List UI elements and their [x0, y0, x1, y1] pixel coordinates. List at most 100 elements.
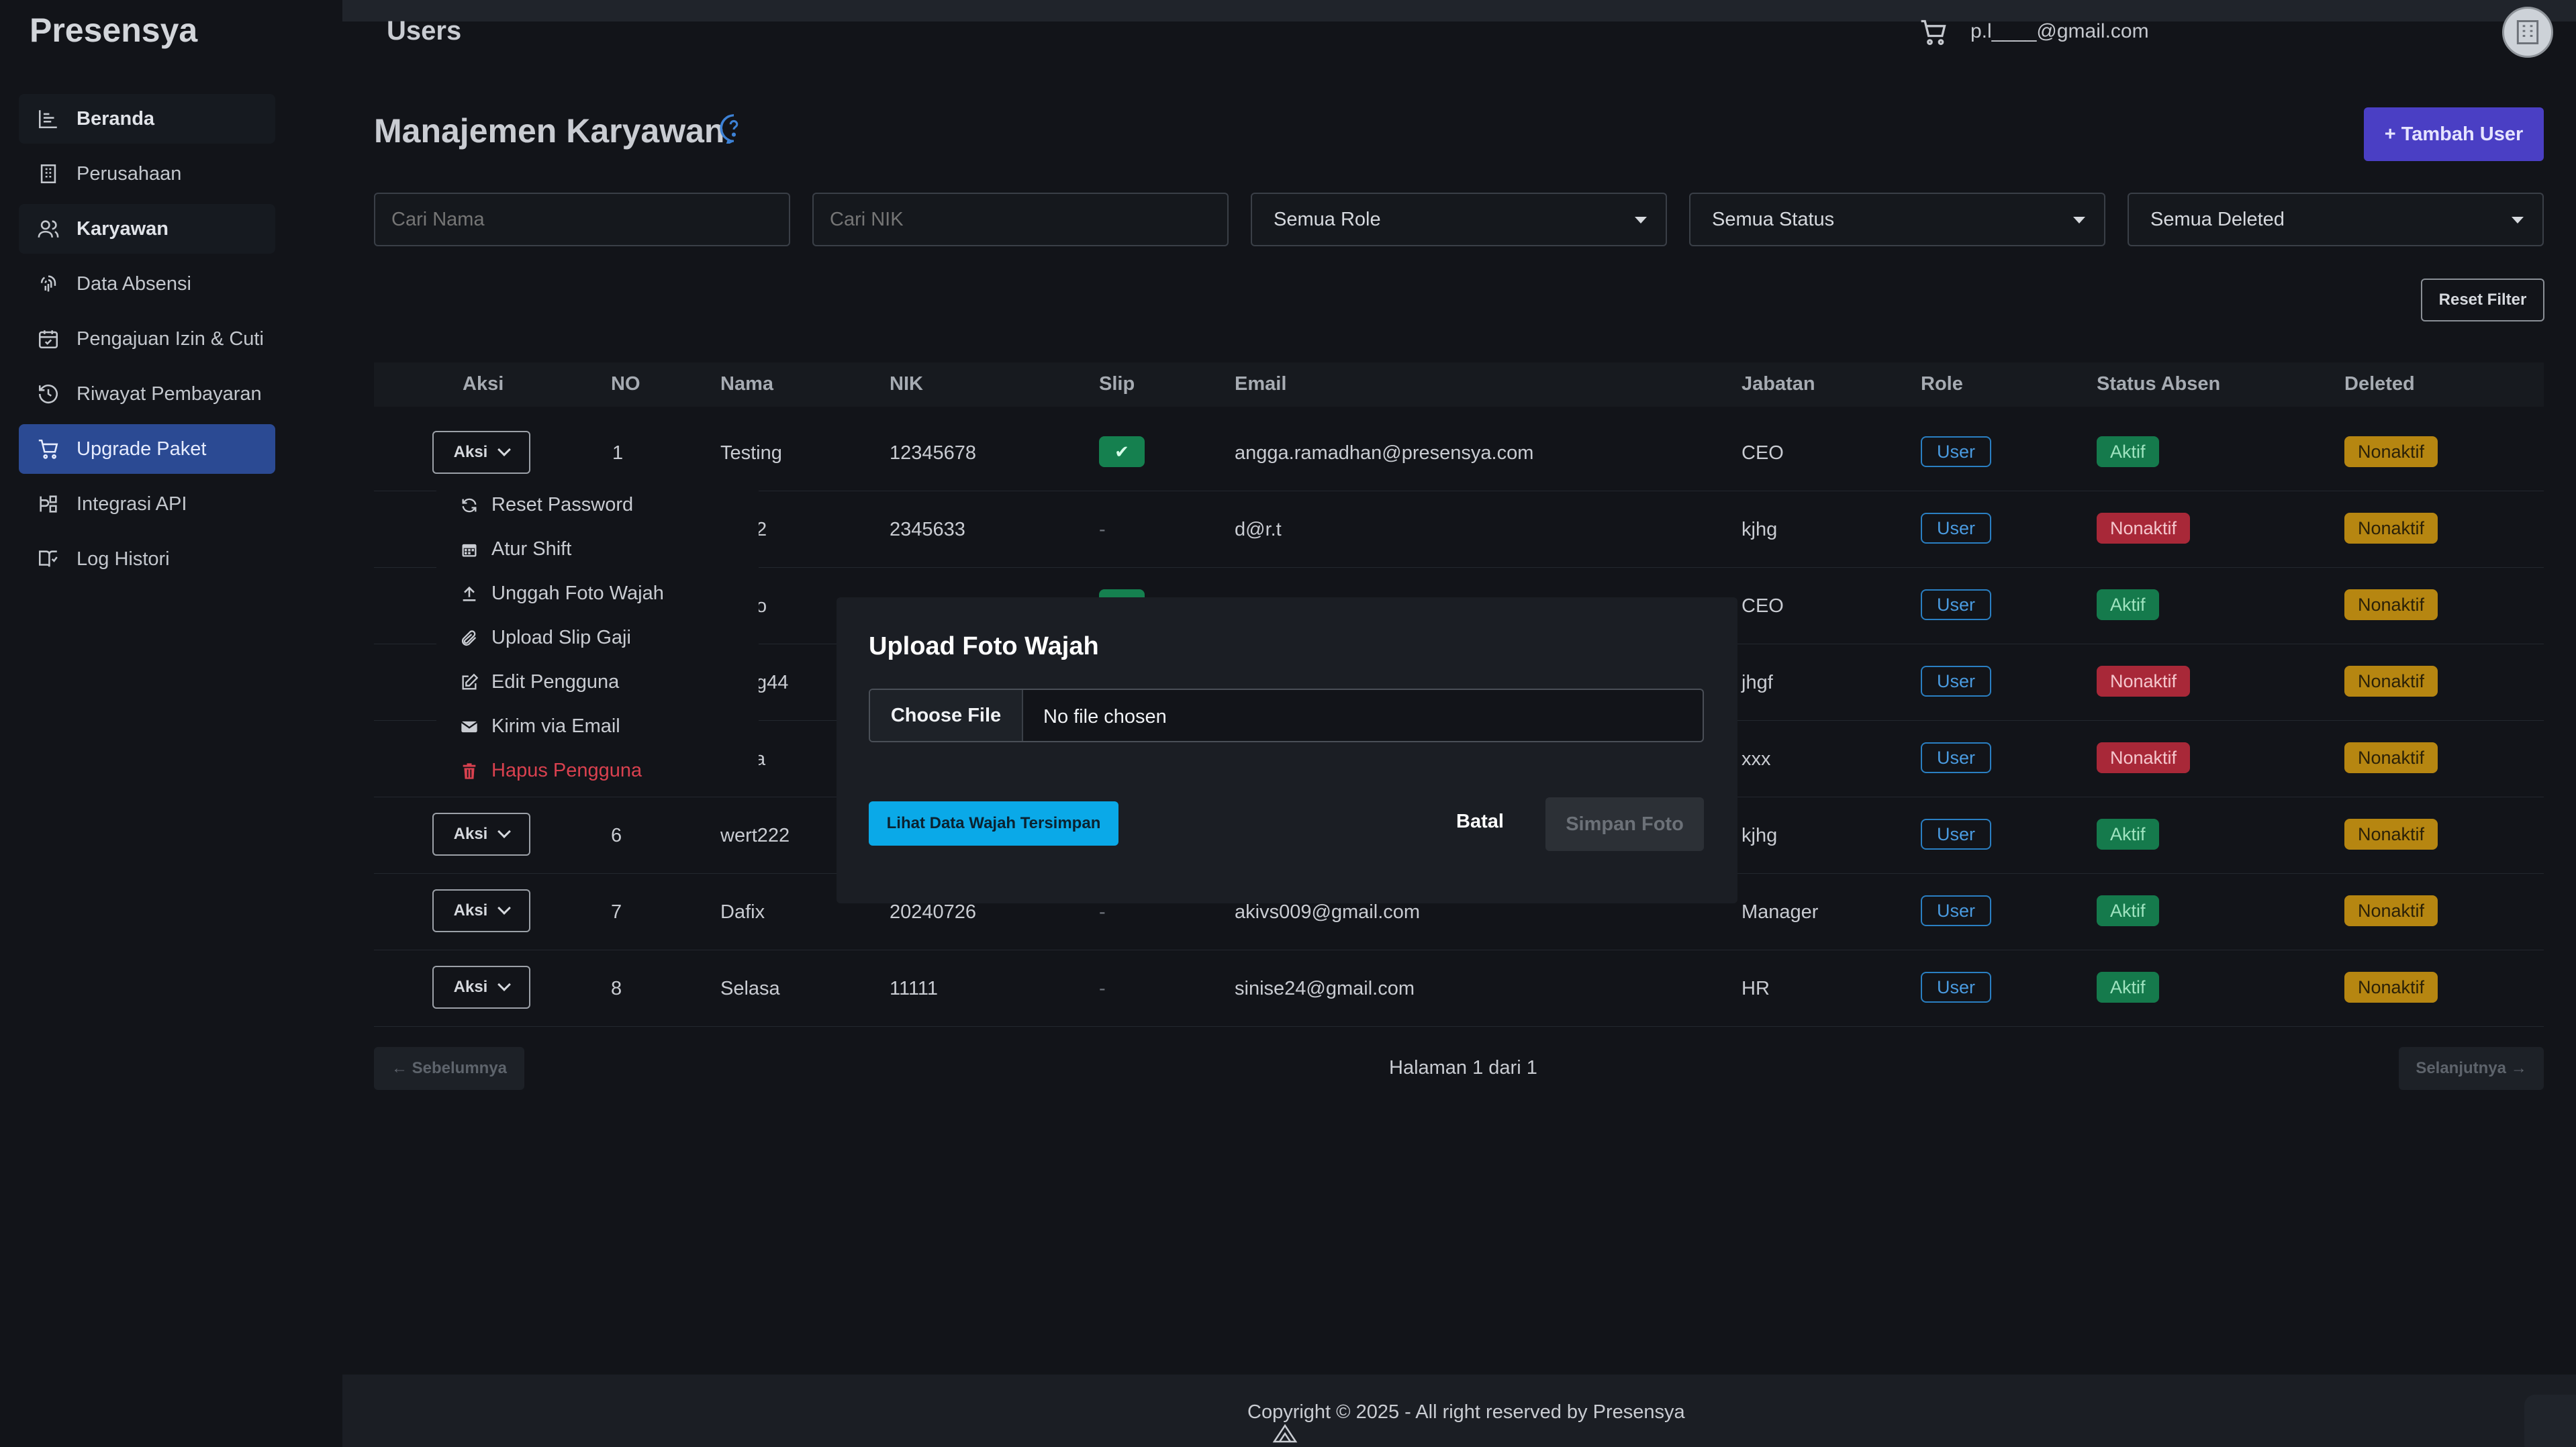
deleted-badge: Nonaktif [2344, 589, 2438, 620]
reset-filter-button[interactable]: Reset Filter [2421, 279, 2544, 321]
aksi-button[interactable]: Aksi [432, 431, 530, 474]
cell-jabatan: xxx [1742, 748, 1771, 770]
cell-email: sinise24@gmail.com [1235, 978, 1415, 999]
save-photo-button[interactable]: Simpan Foto [1545, 797, 1704, 851]
sidebar-item-label: Data Absensi [77, 272, 191, 295]
cancel-button[interactable]: Batal [1456, 811, 1504, 833]
cell-jabatan: kjhg [1742, 519, 1778, 540]
cell-email: akivs009@gmail.com [1235, 901, 1421, 923]
col-role: Role [1921, 373, 1963, 395]
menu-item-reset-password[interactable]: Reset Password [459, 494, 633, 516]
api-icon [35, 491, 62, 517]
col-nama: Nama [720, 373, 773, 395]
deleted-select[interactable]: Semua Deleted [2128, 193, 2544, 246]
sidebar-item-log-histori[interactable]: Log Histori [19, 534, 275, 584]
aksi-button[interactable]: Aksi [432, 966, 530, 1009]
sidebar-item-data-absensi[interactable]: Data Absensi [19, 259, 275, 309]
sidebar-item-beranda[interactable]: Beranda [19, 94, 275, 144]
trash-icon [459, 761, 479, 781]
role-select-value: Semua Role [1274, 208, 1381, 230]
avatar[interactable] [2502, 7, 2553, 58]
col-status-absen: Status Absen [2097, 373, 2221, 395]
menu-item-label: Upload Slip Gaji [491, 627, 631, 648]
next-page-button[interactable]: Selanjutnya → [2399, 1047, 2544, 1090]
cell-nama: g44 [756, 672, 789, 693]
floating-button[interactable] [2524, 1395, 2576, 1447]
col-slip: Slip [1099, 373, 1135, 395]
menu-item-upload-slip-gaji[interactable]: Upload Slip Gaji [459, 627, 631, 649]
chart-icon [35, 105, 62, 132]
prev-page-button[interactable]: ← Sebelumnya [374, 1047, 524, 1090]
cell-nama: Dafix [720, 901, 765, 923]
role-badge: User [1921, 513, 1992, 544]
col-jabatan: Jabatan [1742, 373, 1815, 395]
view-saved-face-button[interactable]: Lihat Data Wajah Tersimpan [869, 801, 1118, 846]
users-icon [35, 215, 62, 242]
add-user-button[interactable]: + Tambah User [2364, 107, 2544, 161]
chevron-down-icon [497, 978, 512, 991]
cell-no: 1 [612, 442, 624, 464]
edit-icon [459, 672, 479, 693]
cell-slip: - [1099, 901, 1106, 923]
search-name-input[interactable] [374, 193, 790, 246]
status-badge: Aktif [2097, 972, 2159, 1003]
menu-item-edit-pengguna[interactable]: Edit Pengguna [459, 671, 619, 693]
cell-jabatan: CEO [1742, 442, 1784, 464]
cell-nama: Testing [720, 442, 782, 464]
header: Users [342, 0, 2576, 64]
role-badge: User [1921, 819, 1992, 850]
menu-item-atur-shift[interactable]: Atur Shift [459, 538, 571, 560]
file-input[interactable]: Choose File No file chosen [869, 689, 1704, 742]
sidebar-item-upgrade-paket[interactable]: Upgrade Paket [19, 424, 275, 474]
sidebar-item-label: Perusahaan [77, 162, 182, 185]
role-badge: User [1921, 895, 1992, 926]
status-select[interactable]: Semua Status [1689, 193, 2105, 246]
copyright-text: Copyright © 2025 - All right reserved by… [1247, 1401, 1685, 1423]
col-nik: NIK [890, 373, 923, 395]
page-info: Halaman 1 dari 1 [1389, 1057, 1537, 1079]
brand-logo[interactable]: Presensya [30, 11, 197, 50]
aksi-label: Aksi [453, 901, 488, 919]
menu-item-kirim-via-email[interactable]: Kirim via Email [459, 715, 620, 738]
role-badge: User [1921, 742, 1992, 773]
status-badge: Nonaktif [2097, 513, 2191, 544]
menu-item-label: Edit Pengguna [491, 671, 620, 693]
menu-item-label: Atur Shift [491, 538, 572, 560]
menu-item-hapus-pengguna[interactable]: Hapus Pengguna [459, 760, 642, 782]
menu-item-unggah-foto-wajah[interactable]: Unggah Foto Wajah [459, 583, 664, 605]
cell-nik: 12345678 [890, 442, 977, 464]
upload-face-modal: Upload Foto Wajah Choose File No file ch… [837, 597, 1737, 903]
user-email[interactable]: p.l____@gmail.com [1970, 20, 2149, 43]
cart-icon[interactable] [1919, 17, 1948, 47]
aksi-button[interactable]: Aksi [432, 813, 530, 856]
sidebar-item-integrasi-api[interactable]: Integrasi API [19, 479, 275, 529]
slip-check-badge[interactable]: ✔ [1099, 436, 1145, 467]
sidebar-item-riwayat-pembayaran[interactable]: Riwayat Pembayaran [19, 369, 275, 419]
caret-down-icon [1635, 217, 1647, 223]
sidebar-item-pengajuan-izin[interactable]: Pengajuan Izin & Cuti [19, 314, 275, 364]
col-deleted: Deleted [2344, 373, 2415, 395]
sidebar-item-label: Upgrade Paket [77, 438, 207, 460]
status-select-value: Semua Status [1712, 208, 1835, 230]
building-icon [35, 160, 62, 187]
page-title: Manajemen Karyawan [374, 112, 725, 150]
cell-jabatan: HR [1742, 978, 1770, 999]
chevron-down-icon [497, 901, 512, 915]
cell-nik: 20240726 [890, 901, 977, 923]
upload-icon [459, 584, 479, 604]
help-icon[interactable] [718, 113, 749, 146]
cell-no: 8 [611, 978, 622, 999]
aksi-label: Aksi [453, 978, 488, 996]
col-no: NO [611, 373, 640, 395]
search-nik-input[interactable] [812, 193, 1229, 246]
deleted-badge: Nonaktif [2344, 972, 2438, 1003]
sidebar-item-label: Karyawan [77, 217, 169, 240]
sidebar-item-karyawan[interactable]: Karyawan [19, 204, 275, 254]
deleted-badge: Nonaktif [2344, 436, 2438, 467]
cell-slip: - [1099, 519, 1106, 540]
calendar-check-icon [35, 326, 62, 352]
aksi-button[interactable]: Aksi [432, 889, 530, 932]
sidebar-item-perusahaan[interactable]: Perusahaan [19, 149, 275, 199]
choose-file-button[interactable]: Choose File [870, 690, 1023, 741]
role-select[interactable]: Semua Role [1251, 193, 1667, 246]
